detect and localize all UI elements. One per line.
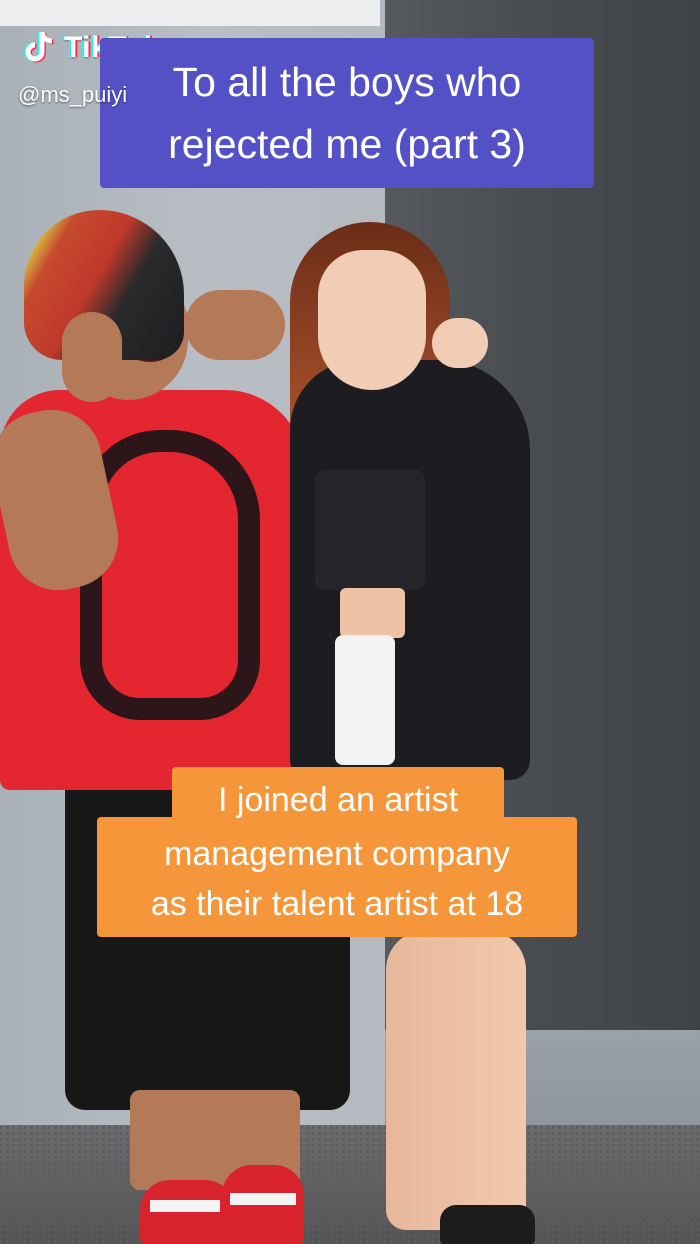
man-shirt-logo [80, 430, 260, 720]
top-caption-line-1: To all the boys who [172, 59, 522, 105]
wall-top-strip [0, 0, 380, 26]
man-left-shoe [140, 1180, 235, 1244]
tiktok-note-icon [24, 31, 54, 63]
man-hand-right [185, 290, 285, 360]
woman-midriff [340, 588, 405, 638]
top-caption: To all the boys who rejected me (part 3) [100, 38, 594, 188]
woman-shoe [440, 1205, 535, 1244]
man-right-shoe [222, 1165, 304, 1244]
creator-username: @ms_puiyi [18, 82, 128, 107]
bottom-caption-first-line-box: I joined an artist [172, 767, 504, 825]
woman-hand [432, 318, 488, 368]
man-hand-left [62, 312, 122, 402]
woman-legs [386, 930, 526, 1230]
top-caption-line-2: rejected me (part 3) [168, 121, 526, 167]
bottom-caption-line-1: I joined an artist [217, 781, 459, 819]
bottom-caption-block: management company as their talent artis… [97, 817, 577, 937]
bottom-caption-line-2: management company [164, 835, 510, 873]
woman-face [318, 250, 426, 390]
woman-shorts [335, 635, 395, 765]
woman-crop-top [315, 470, 425, 590]
ground [0, 1125, 700, 1244]
bottom-caption-line-3: as their talent artist at 18 [150, 885, 524, 923]
